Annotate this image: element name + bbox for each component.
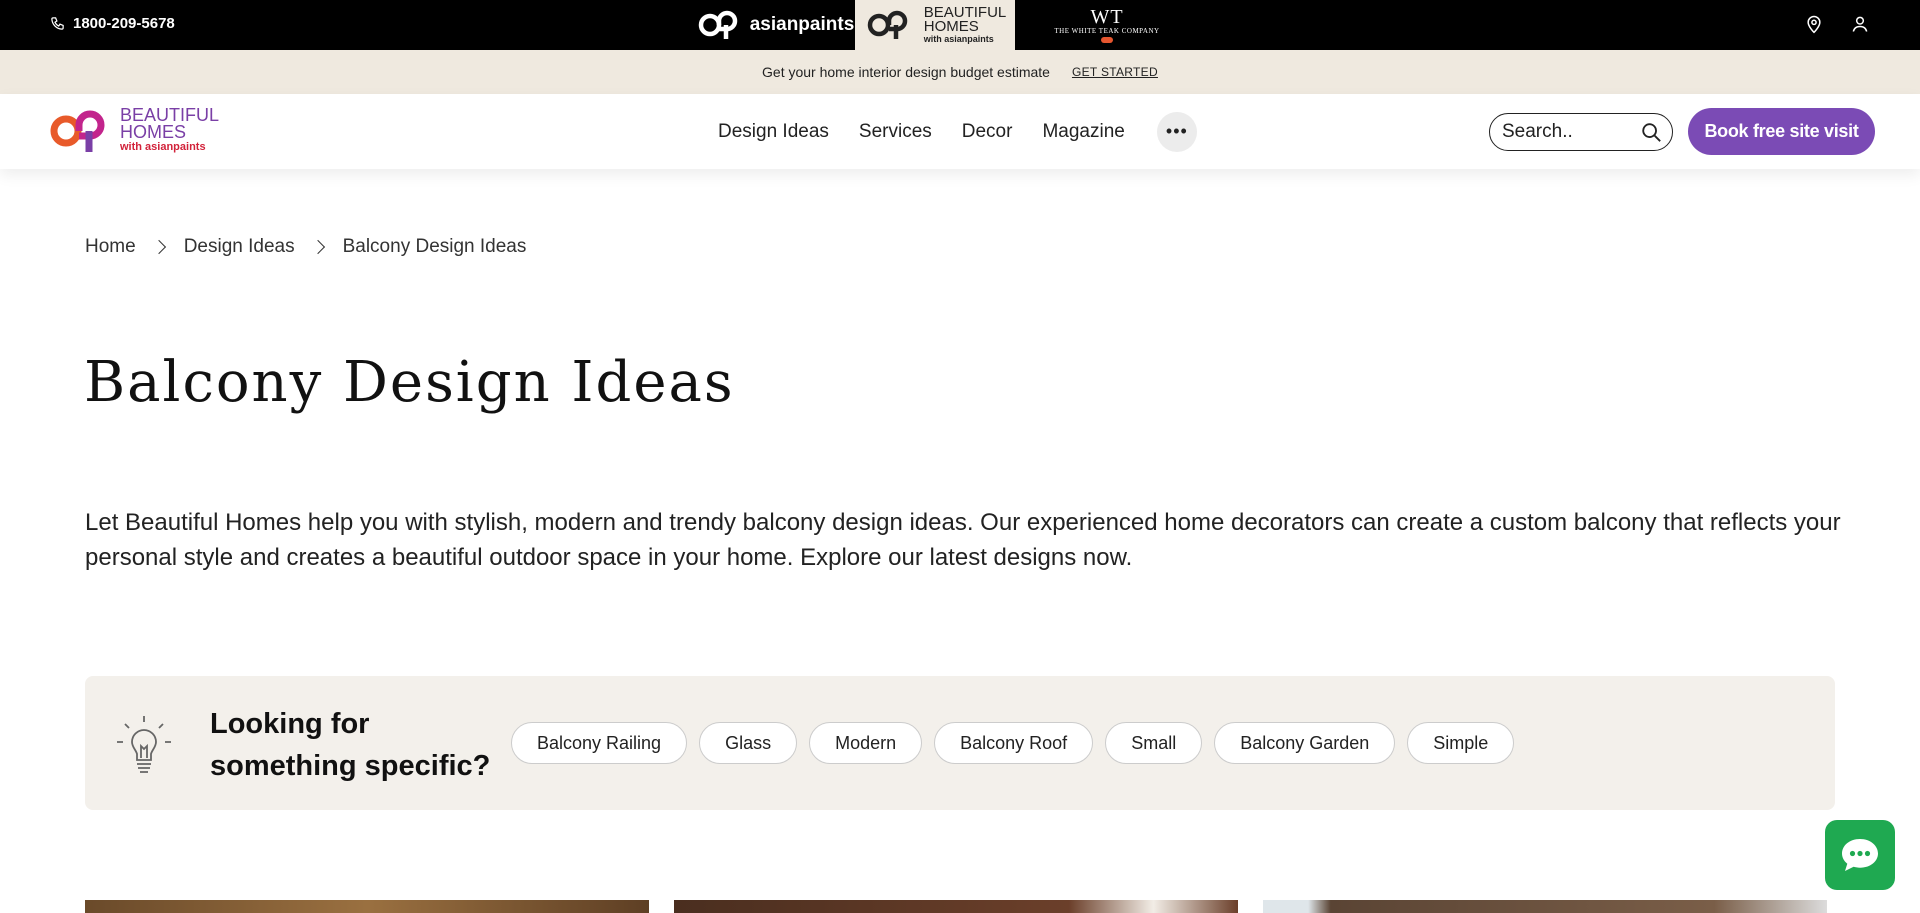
design-card-image[interactable]: [85, 900, 649, 913]
nav-design-ideas[interactable]: Design Ideas: [718, 121, 829, 143]
logo-line2: HOMES: [120, 122, 187, 142]
phone-icon: [51, 17, 64, 30]
chip-simple[interactable]: Simple: [1407, 722, 1515, 764]
breadcrumb-design-ideas[interactable]: Design Ideas: [184, 236, 295, 258]
nav-magazine[interactable]: Magazine: [1042, 121, 1124, 143]
search-box: [1489, 113, 1673, 151]
page-title: Balcony Design Ideas: [84, 350, 735, 415]
location-pin-icon[interactable]: [1804, 14, 1824, 34]
phone-number: 1800-209-5678: [73, 15, 175, 32]
search-input[interactable]: [1502, 121, 1632, 143]
logo-wordmark: BEAUTIFUL HOMES with asianpaints: [120, 106, 219, 153]
lightbulb-icon: [117, 716, 171, 773]
ellipsis-icon: •••: [1165, 121, 1188, 141]
looking-for-line1: Looking for: [210, 708, 370, 740]
design-card-image[interactable]: [1263, 900, 1827, 913]
chip-balcony-railing[interactable]: Balcony Railing: [511, 722, 688, 764]
nav-services[interactable]: Services: [859, 121, 932, 143]
more-menu-button[interactable]: •••: [1156, 111, 1197, 152]
chip-balcony-roof[interactable]: Balcony Roof: [934, 722, 1094, 764]
white-teak-ap-mark: [1101, 37, 1113, 43]
beautiful-homes-logo-icon: [50, 110, 105, 152]
user-icon[interactable]: [1850, 14, 1870, 34]
page-intro: Let Beautiful Homes help you with stylis…: [85, 509, 1841, 571]
chip-modern[interactable]: Modern: [809, 722, 923, 764]
beautiful-homes-wordmark: BEAUTIFUL HOMES with asianpaints: [923, 5, 1007, 44]
main-nav: Design Ideas Services Decor Magazine •••: [718, 94, 1197, 169]
search-icon[interactable]: [1640, 121, 1662, 143]
chip-small[interactable]: Small: [1105, 722, 1203, 764]
promo-bar: Get your home interior design budget est…: [0, 50, 1920, 94]
asianpaints-label: asianpaints: [749, 14, 855, 35]
brand-switcher: asianpaints BEAUTIFUL HOMES with asianpa…: [695, 0, 1199, 50]
beautiful-homes-logo-icon: [867, 10, 907, 39]
top-bar: 1800-209-5678 asianpaints BEAUTIFUL HOME…: [0, 0, 1920, 50]
looking-for-panel: Looking for something specific? Balcony …: [85, 676, 1835, 810]
book-site-visit-button[interactable]: Book free site visit: [1688, 108, 1875, 155]
bh-line2: HOMES: [923, 18, 979, 35]
phone-contact[interactable]: 1800-209-5678: [50, 15, 175, 32]
get-started-link[interactable]: GET STARTED: [1072, 65, 1158, 79]
chevron-right-icon: [310, 239, 325, 255]
brand-beautiful-homes[interactable]: BEAUTIFUL HOMES with asianpaints: [855, 0, 1015, 50]
chip-glass[interactable]: Glass: [699, 722, 798, 764]
looking-for-heading: Looking for something specific?: [210, 703, 490, 787]
breadcrumb-current: Balcony Design Ideas: [342, 236, 527, 257]
logo-sub: with asianpaints: [120, 141, 206, 153]
white-teak-name: THE WHITE TEAK COMPANY: [1054, 27, 1160, 35]
nav-decor[interactable]: Decor: [962, 121, 1013, 143]
filter-chips: Balcony Railing Glass Modern Balcony Roo…: [511, 722, 1515, 764]
chat-bubble-icon: [1842, 839, 1878, 871]
main-header: BEAUTIFUL HOMES with asianpaints Design …: [0, 94, 1920, 169]
chevron-right-icon: [151, 239, 166, 255]
promo-text: Get your home interior design budget est…: [762, 64, 1050, 80]
looking-for-line2: something specific?: [210, 750, 491, 782]
chat-button[interactable]: [1825, 820, 1895, 890]
white-teak-monogram: WT: [1090, 6, 1124, 28]
asianpaints-logo-icon: [698, 10, 737, 39]
bh-sub: with asianpaints: [923, 34, 994, 44]
brand-asianpaints[interactable]: asianpaints: [695, 0, 855, 50]
brand-white-teak[interactable]: WT THE WHITE TEAK COMPANY: [1015, 0, 1199, 50]
design-card-image[interactable]: [674, 900, 1238, 913]
breadcrumb: Home Design Ideas Balcony Design Ideas: [85, 236, 526, 258]
top-utility-icons: [1804, 14, 1870, 34]
breadcrumb-home[interactable]: Home: [85, 236, 136, 258]
site-logo[interactable]: BEAUTIFUL HOMES with asianpaints: [48, 104, 219, 156]
design-cards: [85, 900, 1827, 913]
chip-balcony-garden[interactable]: Balcony Garden: [1214, 722, 1396, 764]
